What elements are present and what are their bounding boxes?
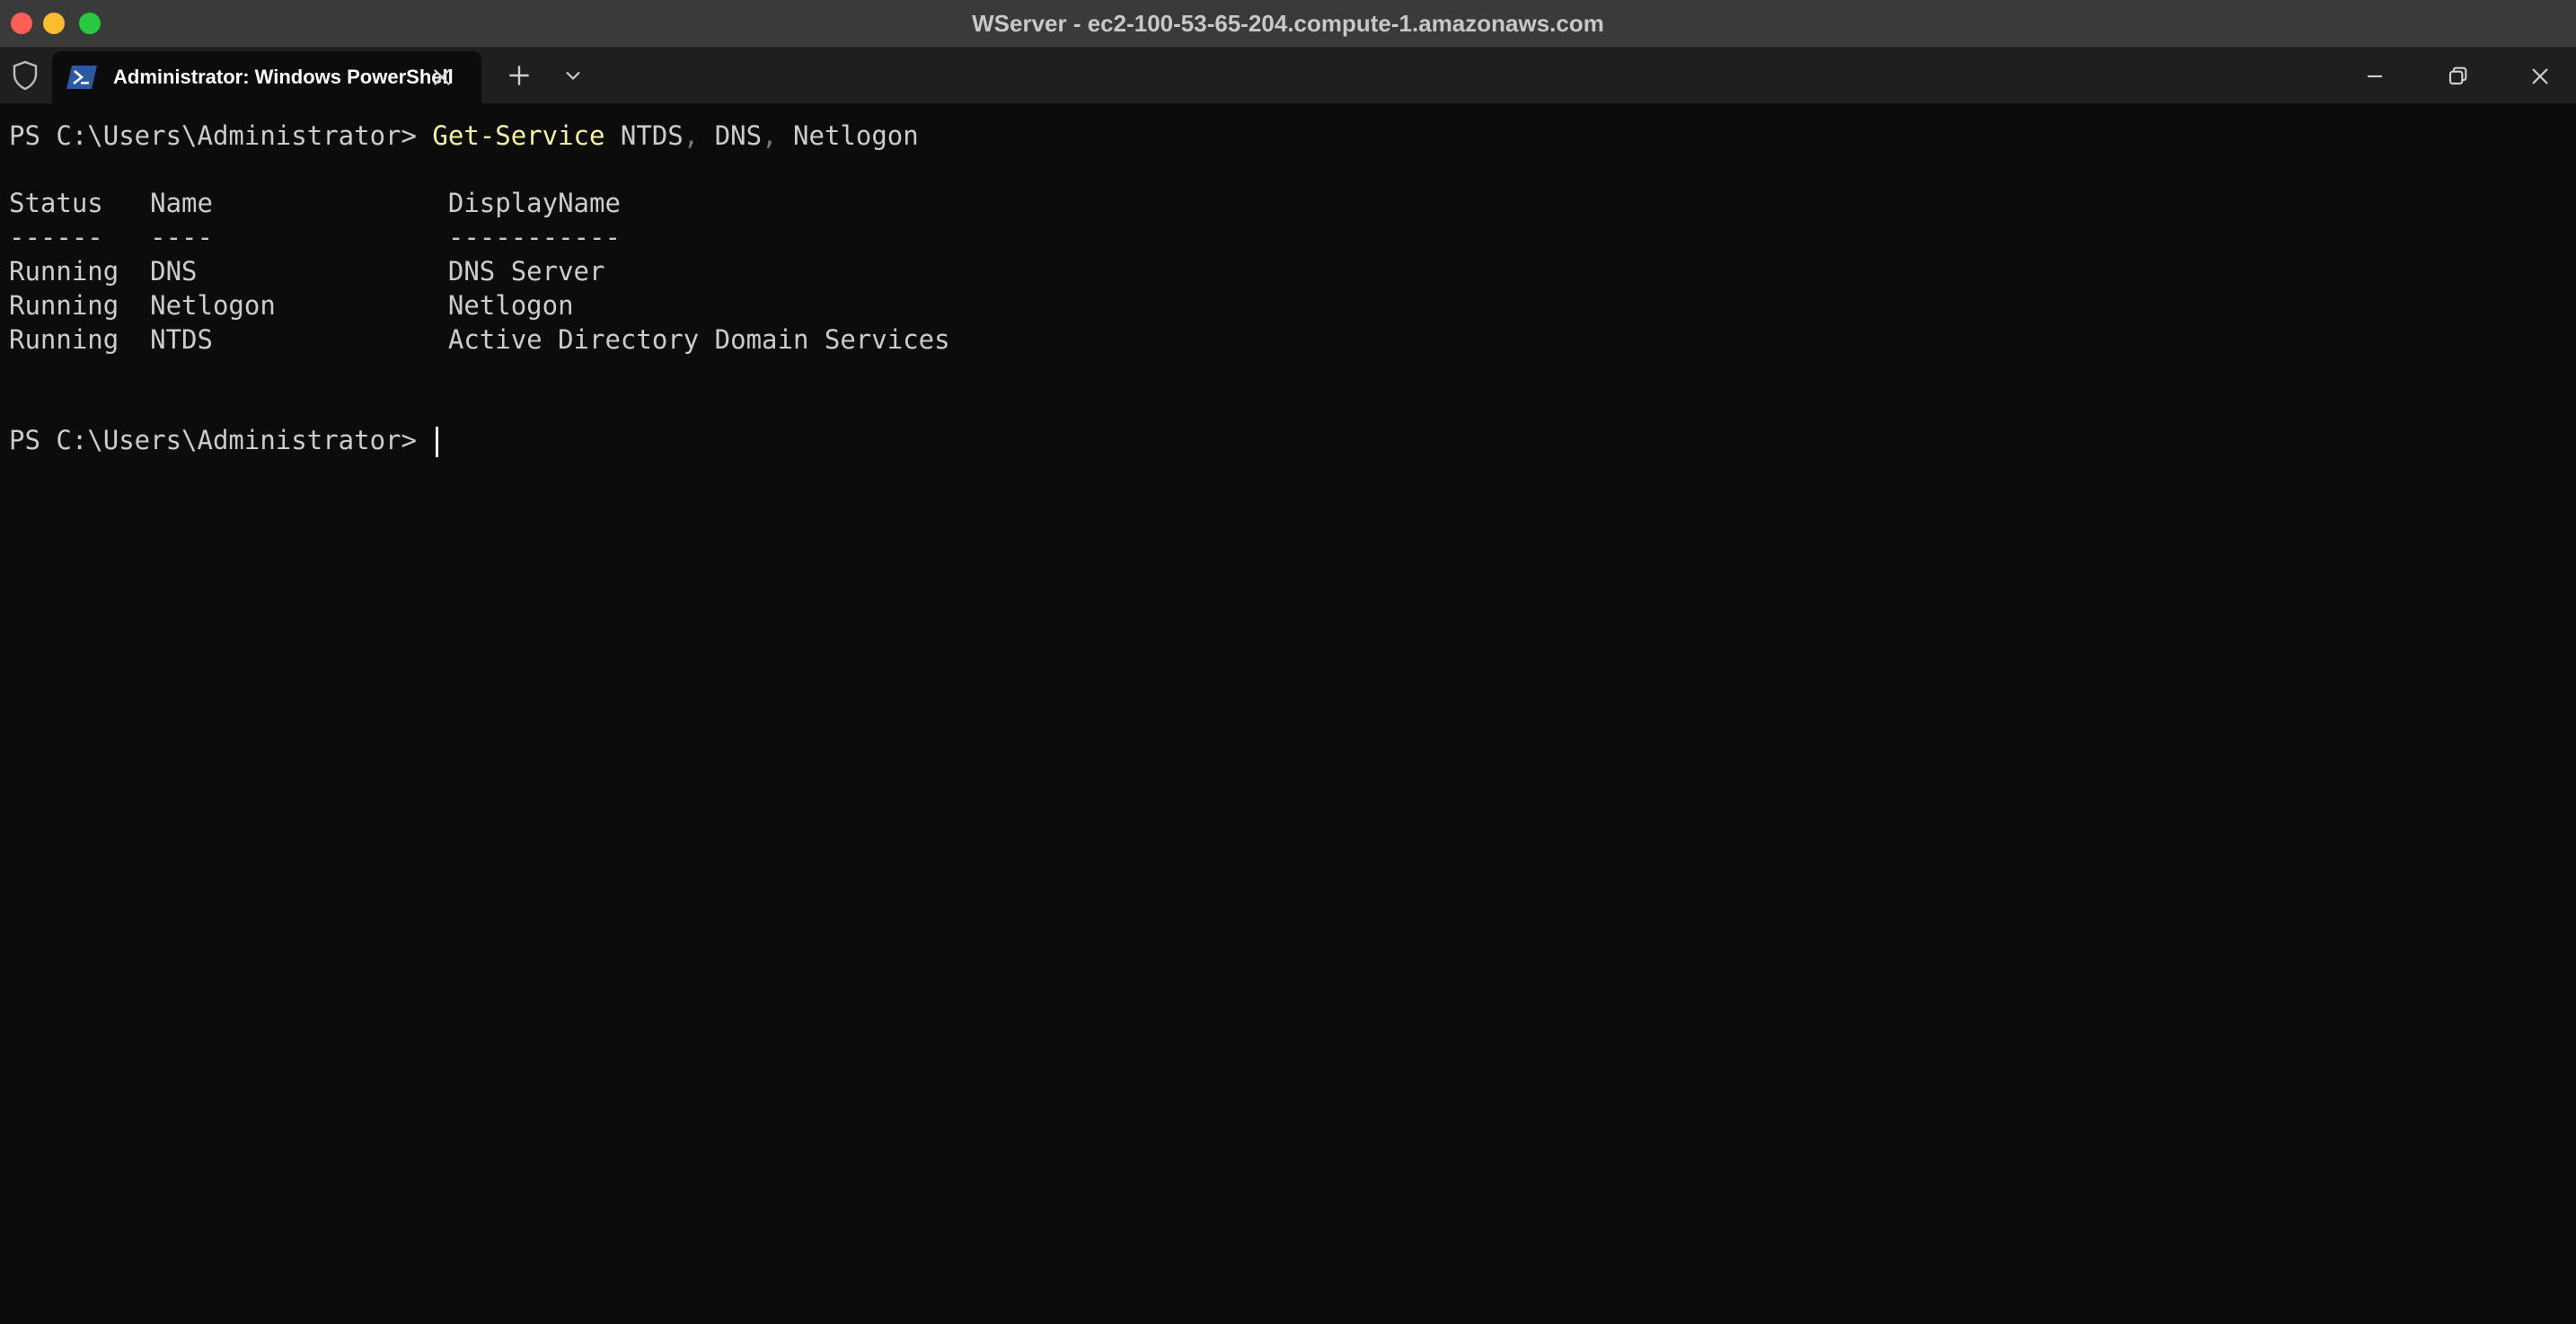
table-header-underline: ------ ---- ----------- xyxy=(9,222,621,252)
window-titlebar[interactable]: WServer - ec2-100-53-65-204.compute-1.am… xyxy=(0,0,2576,48)
command-name: Get-Service xyxy=(432,120,605,151)
argument-separator: , xyxy=(683,120,700,151)
window-title: WServer - ec2-100-53-65-204.compute-1.am… xyxy=(972,10,1604,37)
table-header: Status Name DisplayName xyxy=(9,188,621,218)
powershell-icon xyxy=(66,66,97,89)
chevron-down-icon[interactable] xyxy=(560,63,586,88)
command-line: PS C:\Users\Administrator> Get-Service N… xyxy=(9,119,919,153)
argument: DNS xyxy=(699,120,763,151)
prompt: PS C:\Users\Administrator> xyxy=(9,425,433,455)
argument: Netlogon xyxy=(777,120,919,151)
table-row: Running DNS DNS Server xyxy=(9,256,605,287)
table-row: Running NTDS Active Directory Domain Ser… xyxy=(9,324,950,355)
restore-icon[interactable] xyxy=(2443,62,2472,91)
table-row: Running Netlogon Netlogon xyxy=(9,290,574,321)
tab-bar: Administrator: Windows PowerShell xyxy=(0,48,2576,103)
close-icon[interactable] xyxy=(429,65,454,90)
tab-title: Administrator: Windows PowerShell xyxy=(113,66,454,88)
prompt: PS C:\Users\Administrator> xyxy=(9,120,433,151)
argument: NTDS xyxy=(604,120,684,151)
prompt-line[interactable]: PS C:\Users\Administrator> xyxy=(9,423,439,457)
argument-separator: , xyxy=(762,120,778,151)
minimize-icon[interactable] xyxy=(2360,62,2389,91)
text-cursor xyxy=(436,427,439,457)
terminal-output[interactable]: PS C:\Users\Administrator> Get-Service N… xyxy=(9,115,2560,1310)
tab-powershell[interactable]: Administrator: Windows PowerShell xyxy=(52,51,481,103)
shield-icon[interactable] xyxy=(9,59,41,92)
plus-icon[interactable] xyxy=(505,61,534,90)
close-icon[interactable] xyxy=(2526,62,2554,91)
